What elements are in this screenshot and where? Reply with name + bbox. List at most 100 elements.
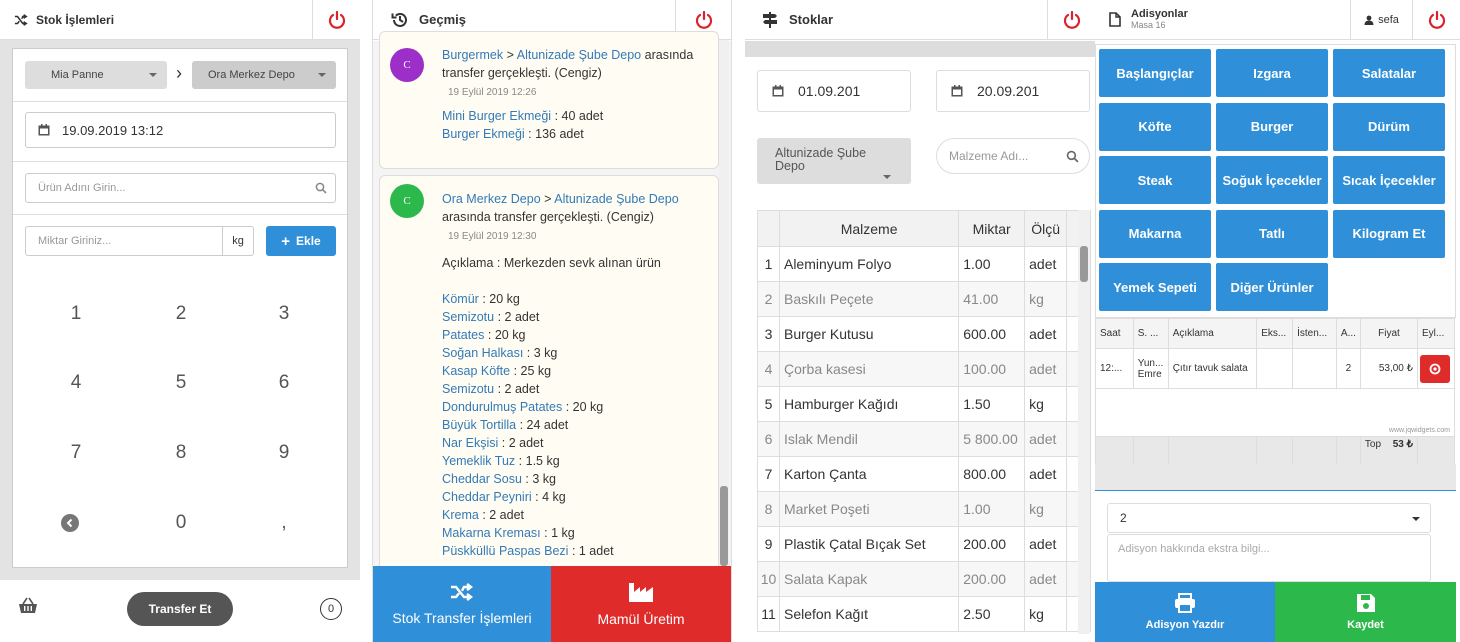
table-row[interactable]: 5 Hamburger Kağıdı 1.50 kg — [757, 386, 1091, 422]
numpad-key-2[interactable]: 2 — [151, 303, 211, 325]
category-button[interactable]: Kilogram Et — [1333, 209, 1445, 258]
numpad-key-comma[interactable]: , — [254, 512, 314, 534]
user-menu[interactable]: sefa — [1350, 0, 1412, 40]
category-button[interactable]: Salatalar — [1333, 49, 1445, 97]
table-row[interactable]: 11 Selefon Kağıt 2.50 kg — [757, 596, 1091, 632]
category-button[interactable]: Izgara — [1216, 49, 1328, 97]
item-link[interactable]: Makarna Kreması — [442, 526, 541, 540]
note-textarea[interactable]: Adisyon hakkında ekstra bilgi... — [1107, 534, 1431, 582]
scrollbar-thumb[interactable] — [720, 486, 728, 566]
item-link[interactable]: Dondurulmuş Patates — [442, 400, 562, 414]
count-select[interactable]: 2 — [1107, 503, 1431, 533]
category-button[interactable]: Sıcak İçecekler — [1333, 156, 1445, 204]
item-link[interactable]: Mini Burger Ekmeği — [442, 109, 551, 123]
item-link[interactable]: Semizotu — [442, 310, 494, 324]
item-link[interactable]: Cheddar Sosu — [442, 472, 522, 486]
table-row[interactable]: 3 Burger Kutusu 600.00 adet — [757, 316, 1091, 352]
col-header-staff[interactable]: S. ... — [1132, 318, 1169, 349]
table-row[interactable]: 10 Salata Kapak 200.00 adet — [757, 561, 1091, 597]
col-header-desc[interactable]: Açıklama — [1167, 318, 1258, 349]
to-depot-link[interactable]: Altunizade Şube Depo — [517, 48, 641, 62]
col-header-quantity[interactable]: Miktar — [958, 210, 1026, 247]
item-link[interactable]: Yemeklik Tuz — [442, 454, 515, 468]
table-row[interactable]: 1 Aleminyum Folyo 1.00 adet — [757, 246, 1091, 282]
col-header-index[interactable] — [757, 210, 780, 247]
numpad-key-9[interactable]: 9 — [254, 442, 314, 464]
basket-icon[interactable] — [18, 597, 38, 615]
numpad-key-5[interactable]: 5 — [151, 372, 211, 394]
numpad-key-3[interactable]: 3 — [254, 303, 314, 325]
col-header-time[interactable]: Saat — [1095, 318, 1134, 349]
category-button[interactable]: Steak — [1099, 156, 1211, 204]
category-button[interactable]: Tatlı — [1216, 209, 1328, 258]
col-header-request[interactable]: İsten... — [1292, 318, 1337, 349]
category-button[interactable]: Diğer Ürünler — [1216, 263, 1328, 311]
numpad-key-7[interactable]: 7 — [46, 442, 106, 464]
category-button[interactable]: Makarna — [1099, 209, 1211, 258]
col-header-extra[interactable]: Eks... — [1256, 318, 1294, 349]
quantity-input[interactable]: Miktar Giriniz... — [25, 226, 223, 256]
category-button[interactable]: Soğuk İçecekler — [1216, 156, 1328, 204]
item-link[interactable]: Püskküllü Paspas Bezi — [442, 544, 568, 558]
item-link[interactable]: Semizotu — [442, 382, 494, 396]
col-header-material[interactable]: Malzeme — [778, 210, 960, 247]
item-link[interactable]: Kömür — [442, 292, 479, 306]
col-header-unit[interactable]: Ölçü — [1024, 210, 1068, 247]
power-button[interactable] — [1047, 0, 1095, 40]
numpad-key-1[interactable]: 1 — [46, 303, 106, 325]
material-search-input[interactable]: Malzeme Adı... — [936, 138, 1090, 174]
numpad-key-4[interactable]: 4 — [46, 372, 106, 394]
table-row[interactable]: 9 Plastik Çatal Bıçak Set 200.00 adet — [757, 526, 1091, 562]
from-depot-select[interactable]: Mia Panne — [25, 61, 167, 89]
power-button[interactable] — [312, 0, 360, 40]
table-row[interactable]: 6 Islak Mendil 5 800.00 adet — [757, 421, 1091, 457]
transfer-label: Transfer Et — [148, 602, 212, 616]
item-link[interactable]: Krema — [442, 508, 479, 522]
date-to-input[interactable]: 20.09.201 — [936, 70, 1090, 112]
table-row[interactable]: 12:... Yun... Emre Çıtır tavuk salata 2 … — [1095, 348, 1455, 389]
category-button[interactable]: Başlangıçlar — [1099, 49, 1211, 97]
col-header-qty[interactable]: A... — [1335, 318, 1361, 349]
print-button[interactable]: Adisyon Yazdır — [1095, 582, 1275, 642]
product-search-input[interactable]: Ürün Adını Girin... — [25, 173, 336, 203]
category-button[interactable]: Burger — [1216, 102, 1328, 151]
add-button[interactable]: + Ekle — [266, 226, 336, 256]
item-link[interactable]: Cheddar Peyniri — [442, 490, 532, 504]
scrollbar[interactable] — [719, 40, 729, 566]
date-from-input[interactable]: 01.09.201 — [757, 70, 911, 112]
table-row[interactable]: 4 Çorba kasesi 100.00 adet — [757, 351, 1091, 387]
scrollbar-thumb[interactable] — [1080, 246, 1088, 282]
item-link[interactable]: Burger Ekmeği — [442, 127, 525, 141]
production-button[interactable]: Mamül Üretim — [551, 566, 731, 642]
total-empty — [1292, 436, 1337, 465]
delete-button[interactable] — [1420, 354, 1451, 383]
col-header-price[interactable]: Fiyat — [1359, 318, 1419, 349]
category-button[interactable]: Yemek Sepeti — [1099, 263, 1211, 311]
depot-select[interactable]: Altunizade Şube Depo — [757, 138, 911, 184]
from-depot-link[interactable]: Ora Merkez Depo — [442, 192, 541, 206]
table-row[interactable]: 8 Market Poşeti 1.00 kg — [757, 491, 1091, 527]
datetime-input[interactable]: 19.09.2019 13:12 — [25, 112, 336, 148]
item-link[interactable]: Soğan Halkası — [442, 346, 523, 360]
scrollbar[interactable] — [1078, 210, 1090, 634]
backspace-button[interactable] — [61, 514, 79, 532]
numpad-key-0[interactable]: 0 — [151, 512, 211, 534]
category-button[interactable]: Dürüm — [1333, 102, 1445, 151]
save-button[interactable]: Kaydet — [1275, 582, 1456, 642]
category-button[interactable]: Köfte — [1099, 102, 1211, 151]
from-depot-link[interactable]: Burgermek — [442, 48, 503, 62]
item-link[interactable]: Kasap Köfte — [442, 364, 510, 378]
to-depot-select[interactable]: Ora Merkez Depo — [192, 61, 336, 89]
stock-transfer-button[interactable]: Stok Transfer İşlemleri — [373, 566, 551, 642]
numpad-key-6[interactable]: 6 — [254, 372, 314, 394]
numpad-key-8[interactable]: 8 — [151, 442, 211, 464]
to-depot-link[interactable]: Altunizade Şube Depo — [554, 192, 678, 206]
table-row[interactable]: 7 Karton Çanta 800.00 adet — [757, 456, 1091, 492]
transfer-button[interactable]: Transfer Et — [127, 592, 233, 626]
power-button[interactable] — [1412, 0, 1460, 40]
item-link[interactable]: Nar Ekşisi — [442, 436, 498, 450]
item-link[interactable]: Büyük Tortilla — [442, 418, 516, 432]
item-link[interactable]: Patates — [442, 328, 484, 342]
col-header-actions[interactable]: Eyl... — [1417, 318, 1455, 349]
table-row[interactable]: 2 Baskılı Peçete 41.00 kg — [757, 281, 1091, 317]
